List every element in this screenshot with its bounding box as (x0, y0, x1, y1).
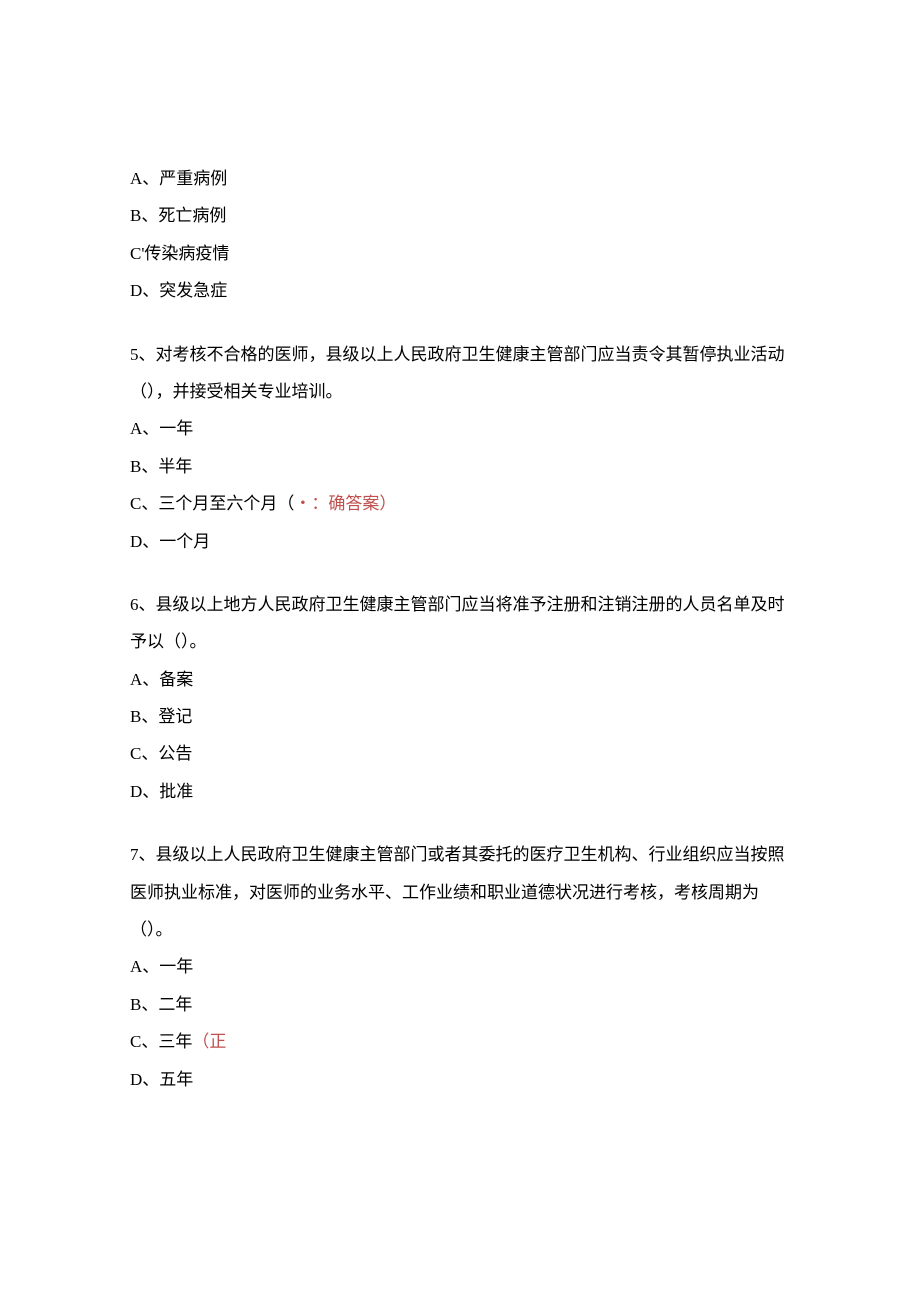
spacer (130, 560, 790, 586)
q4-option-c: C'传染病疫情 (130, 235, 790, 272)
q5-option-c: C、三个月至六个月（・：确答案） (130, 485, 790, 522)
q5-option-b: B、半年 (130, 448, 790, 485)
q4-option-b: B、死亡病例 (130, 197, 790, 234)
spacer (130, 310, 790, 336)
q5-stem: 5、对考核不合格的医师，县级以上人民政府卫生健康主管部门应当责令其暂停执业活动（… (130, 336, 790, 411)
spacer (130, 810, 790, 836)
q5-option-a: A、一年 (130, 410, 790, 447)
q7-option-c-text: C、三年 (130, 1032, 192, 1051)
q7-stem: 7、县级以上人民政府卫生健康主管部门或者其委托的医疗卫生机构、行业组织应当按照医… (130, 836, 790, 948)
q5-option-c-text: C、三个月至六个月（ (130, 494, 294, 513)
q7-option-c: C、三年（正 (130, 1023, 790, 1060)
q4-option-a: A、严重病例 (130, 160, 790, 197)
q7-option-a: A、一年 (130, 948, 790, 985)
document-page: A、严重病例 B、死亡病例 C'传染病疫情 D、突发急症 5、对考核不合格的医师… (0, 0, 920, 1198)
answer-marker: ・：确答案） (294, 494, 396, 513)
answer-marker: （正 (192, 1032, 226, 1051)
q6-option-d: D、批准 (130, 773, 790, 810)
q6-option-a: A、备案 (130, 661, 790, 698)
q7-option-b: B、二年 (130, 986, 790, 1023)
q6-option-b: B、登记 (130, 698, 790, 735)
q6-stem: 6、县级以上地方人民政府卫生健康主管部门应当将准予注册和注销注册的人员名单及时予… (130, 586, 790, 661)
q7-option-d: D、五年 (130, 1061, 790, 1098)
q6-option-c: C、公告 (130, 735, 790, 772)
q5-option-d: D、一个月 (130, 523, 790, 560)
q4-option-d: D、突发急症 (130, 272, 790, 309)
